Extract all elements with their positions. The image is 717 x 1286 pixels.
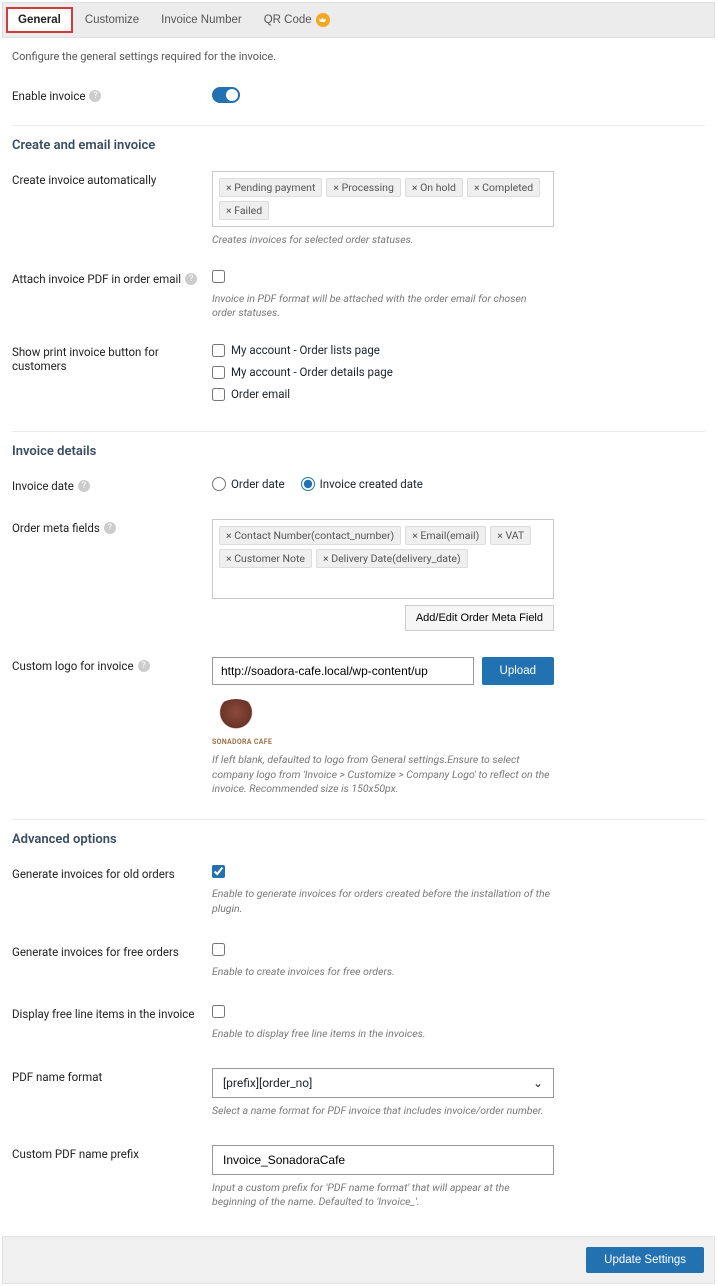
created-date-radio[interactable] (301, 477, 315, 491)
print-option-checkbox[interactable] (212, 388, 225, 401)
help-icon[interactable]: ? (78, 480, 90, 492)
attach-pdf-checkbox[interactable] (212, 270, 225, 283)
gen-old-hint: Enable to generate invoices for orders c… (212, 887, 552, 916)
print-option-label: Order email (231, 387, 290, 401)
meta-tag[interactable]: × Email(email) (405, 526, 486, 545)
status-tag[interactable]: × Pending payment (219, 178, 322, 197)
chevron-down-icon: ⌄ (533, 1076, 543, 1090)
print-option-label: My account - Order details page (231, 365, 393, 379)
status-tag[interactable]: × Processing (326, 178, 400, 197)
premium-icon (316, 13, 330, 27)
section-invoice-details: Invoice details (12, 444, 705, 459)
create-auto-tagbox[interactable]: × Pending payment × Processing × On hold… (212, 171, 554, 227)
meta-tag[interactable]: × Customer Note (219, 549, 312, 568)
pdf-name-label: PDF name format (12, 1070, 102, 1084)
custom-logo-label: Custom logo for invoice (12, 659, 134, 673)
status-tag[interactable]: × Completed (467, 178, 540, 197)
upload-button[interactable]: Upload (482, 657, 554, 685)
display-free-hint: Enable to display free line items in the… (212, 1027, 552, 1042)
logo-image (212, 699, 260, 737)
gen-old-label: Generate invoices for old orders (12, 867, 175, 881)
logo-preview-text: SONADORA CAFE (212, 738, 272, 746)
attach-pdf-hint: Invoice in PDF format will be attached w… (212, 292, 552, 321)
show-print-label: Show print invoice button for customers (12, 345, 212, 373)
meta-tag[interactable]: × Contact Number(contact_number) (219, 526, 401, 545)
custom-logo-hint: If left blank, defaulted to logo from Ge… (212, 753, 552, 797)
logo-preview: SONADORA CAFE (212, 699, 705, 747)
section-advanced: Advanced options (12, 832, 705, 847)
tab-qr-label: QR Code (264, 14, 312, 26)
create-auto-hint: Creates invoices for selected order stat… (212, 233, 552, 248)
order-date-label: Order date (231, 477, 285, 491)
tab-qr-code[interactable]: QR Code (254, 8, 340, 32)
print-option-checkbox[interactable] (212, 344, 225, 357)
tabs-bar: General Customize Invoice Number QR Code (2, 2, 715, 38)
pdf-prefix-input[interactable] (212, 1145, 554, 1175)
created-date-label: Invoice created date (320, 477, 423, 491)
attach-pdf-label: Attach invoice PDF in order email (12, 272, 181, 286)
create-auto-label: Create invoice automatically (12, 173, 156, 187)
gen-free-checkbox[interactable] (212, 943, 225, 956)
invoice-date-label: Invoice date (12, 479, 74, 493)
section-create-email: Create and email invoice (12, 138, 705, 153)
display-free-checkbox[interactable] (212, 1005, 225, 1018)
print-option-label: My account - Order lists page (231, 343, 380, 357)
help-icon[interactable]: ? (104, 522, 116, 534)
gen-free-label: Generate invoices for free orders (12, 945, 179, 959)
pdf-name-select[interactable]: [prefix][order_no] ⌄ (212, 1068, 554, 1098)
gen-free-hint: Enable to create invoices for free order… (212, 965, 552, 980)
help-icon[interactable]: ? (138, 660, 150, 672)
update-settings-button[interactable]: Update Settings (586, 1247, 704, 1273)
print-option-checkbox[interactable] (212, 366, 225, 379)
logo-url-input[interactable] (212, 657, 474, 685)
order-meta-label: Order meta fields (12, 521, 100, 535)
meta-tag[interactable]: × VAT (490, 526, 531, 545)
tab-customize[interactable]: Customize (75, 9, 149, 31)
tab-general[interactable]: General (6, 7, 73, 33)
gen-old-checkbox[interactable] (212, 865, 225, 878)
enable-invoice-toggle[interactable] (212, 87, 240, 103)
meta-tag[interactable]: × Delivery Date(delivery_date) (316, 549, 468, 568)
pdf-name-hint: Select a name format for PDF invoice tha… (212, 1104, 552, 1119)
status-tag[interactable]: × On hold (405, 178, 463, 197)
pdf-prefix-hint: Input a custom prefix for 'PDF name form… (212, 1181, 552, 1210)
add-edit-meta-button[interactable]: Add/Edit Order Meta Field (405, 605, 554, 631)
help-icon[interactable]: ? (185, 273, 197, 285)
status-tag[interactable]: × Failed (219, 201, 269, 220)
pdf-prefix-label: Custom PDF name prefix (12, 1147, 139, 1161)
display-free-label: Display free line items in the invoice (12, 1007, 194, 1021)
help-icon[interactable]: ? (89, 90, 101, 102)
enable-invoice-label: Enable invoice (12, 89, 85, 103)
page-description: Configure the general settings required … (12, 50, 705, 63)
order-meta-tagbox[interactable]: × Contact Number(contact_number) × Email… (212, 519, 554, 599)
order-date-radio[interactable] (212, 477, 226, 491)
pdf-name-value: [prefix][order_no] (223, 1076, 312, 1090)
footer-bar: Update Settings (2, 1236, 715, 1284)
tab-invoice-number[interactable]: Invoice Number (151, 9, 252, 31)
